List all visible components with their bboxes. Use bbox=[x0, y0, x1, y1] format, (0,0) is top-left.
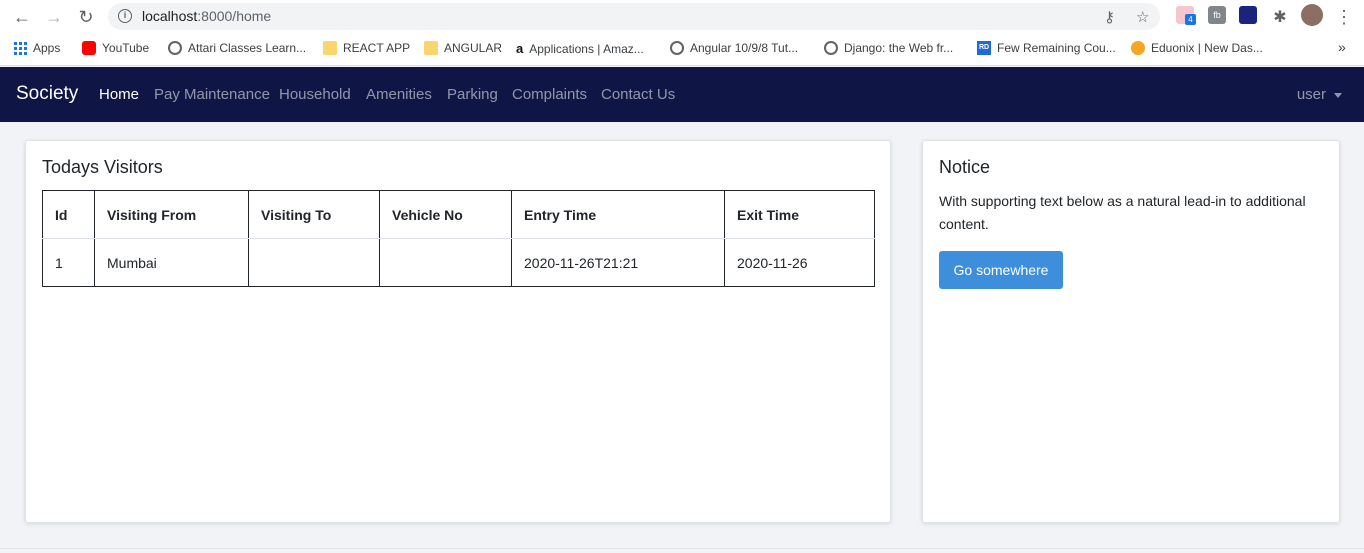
bookmark-label: REACT APP bbox=[343, 41, 411, 55]
bookmark-few-remaining[interactable]: RD Few Remaining Cou... bbox=[977, 41, 1116, 55]
nav-household[interactable]: Household bbox=[279, 86, 351, 103]
nav-home[interactable]: Home bbox=[99, 86, 139, 103]
menu-kebab-icon[interactable]: ⋮ bbox=[1332, 5, 1356, 29]
table-cell bbox=[379, 238, 512, 287]
bookmark-label: Few Remaining Cou... bbox=[997, 41, 1116, 55]
table-cell: 2020-11-26 bbox=[724, 238, 875, 287]
table-cell: 2020-11-26T21:21 bbox=[511, 238, 725, 287]
extension-icon[interactable]: 4 bbox=[1176, 6, 1196, 25]
amazon-icon: a bbox=[516, 41, 524, 56]
visitors-title: Todays Visitors bbox=[42, 157, 163, 177]
bookmark-label: Angular 10/9/8 Tut... bbox=[690, 41, 799, 55]
app-navbar: Society Home Pay Maintenance Household A… bbox=[0, 67, 1364, 122]
bookmark-label: Django: the Web fr... bbox=[844, 41, 954, 55]
user-label: user bbox=[1296, 86, 1326, 103]
notice-title: Notice bbox=[939, 157, 991, 177]
nav-parking[interactable]: Parking bbox=[447, 86, 498, 103]
rd-icon: RD bbox=[977, 41, 991, 55]
bookmark-youtube[interactable]: YouTube bbox=[82, 41, 149, 55]
screen-extension-icon[interactable] bbox=[1239, 6, 1257, 24]
bookmark-label: Apps bbox=[33, 41, 61, 55]
bookmark-django[interactable]: Django: the Web fr... bbox=[824, 41, 953, 55]
key-icon[interactable]: ⚷ bbox=[1104, 8, 1115, 26]
puzzle-extensions-icon[interactable]: ✱ bbox=[1268, 5, 1292, 29]
column-header: Entry Time bbox=[511, 190, 725, 239]
nav-contact-us[interactable]: Contact Us bbox=[601, 86, 675, 103]
apps-grid-icon bbox=[14, 41, 27, 55]
forward-arrow-icon[interactable]: → bbox=[42, 5, 66, 29]
bookmark-apps[interactable]: Apps bbox=[14, 41, 60, 55]
address-bar[interactable]: i localhost:8000/home ⚷ ☆ bbox=[108, 3, 1160, 30]
address-url[interactable]: localhost:8000/home bbox=[142, 8, 271, 24]
column-header: Vehicle No bbox=[379, 190, 512, 239]
brand-logo[interactable]: Society bbox=[16, 83, 78, 105]
folder-icon bbox=[323, 41, 337, 55]
notice-card: Notice With supporting text below as a n… bbox=[922, 140, 1340, 523]
nav-pay-maintenance[interactable]: Pay Maintenance bbox=[154, 86, 270, 103]
bookmark-attari[interactable]: Attari Classes Learn... bbox=[168, 41, 306, 55]
star-icon[interactable]: ☆ bbox=[1136, 8, 1149, 26]
table-row: 1 Mumbai 2020-11-26T21:21 2020-11-26 bbox=[42, 238, 875, 287]
bookmark-angular-tutorial[interactable]: Angular 10/9/8 Tut... bbox=[670, 41, 798, 55]
visitors-table: Id Visiting From Visiting To Vehicle No … bbox=[42, 190, 875, 287]
caret-down-icon bbox=[1334, 92, 1342, 98]
bookmark-label: Eduonix | New Das... bbox=[1151, 41, 1263, 55]
bookmark-label: ANGULAR bbox=[444, 41, 503, 55]
more-bookmarks-chevron-icon[interactable]: » bbox=[1338, 39, 1346, 55]
column-header: Visiting From bbox=[94, 190, 249, 239]
bookmark-amazon[interactable]: a Applications | Amaz... bbox=[516, 41, 644, 56]
bookmark-react-app[interactable]: REACT APP bbox=[323, 41, 410, 55]
table-cell: 1 bbox=[42, 238, 95, 287]
extension-badge: 4 bbox=[1185, 14, 1196, 25]
back-arrow-icon[interactable]: ← bbox=[10, 5, 34, 29]
column-header: Id bbox=[42, 190, 95, 239]
reload-icon[interactable]: ↻ bbox=[74, 5, 98, 29]
nav-complaints[interactable]: Complaints bbox=[512, 86, 587, 103]
fb-extension-icon[interactable]: fb bbox=[1208, 6, 1226, 24]
nav-amenities[interactable]: Amenities bbox=[366, 86, 432, 103]
user-dropdown[interactable]: user bbox=[1297, 86, 1342, 103]
bookmark-label: Applications | Amaz... bbox=[529, 41, 644, 56]
globe-icon bbox=[824, 41, 838, 55]
globe-icon bbox=[168, 41, 182, 55]
bookmark-label: YouTube bbox=[102, 41, 150, 55]
table-header-row: Id Visiting From Visiting To Vehicle No … bbox=[42, 190, 875, 239]
visitors-card: Todays Visitors Id Visiting From Visitin… bbox=[25, 140, 891, 523]
folder-icon bbox=[424, 41, 438, 55]
bookmark-eduonix[interactable]: Eduonix | New Das... bbox=[1131, 41, 1263, 55]
bookmarks-bar: Apps YouTube Attari Classes Learn... REA… bbox=[0, 33, 1364, 66]
eduonix-icon bbox=[1131, 41, 1145, 55]
column-header: Visiting To bbox=[248, 190, 380, 239]
bookmark-angular[interactable]: ANGULAR bbox=[424, 41, 502, 55]
footer-divider bbox=[0, 548, 1364, 549]
column-header: Exit Time bbox=[724, 190, 875, 239]
site-info-icon[interactable]: i bbox=[118, 9, 132, 23]
profile-avatar[interactable] bbox=[1301, 4, 1323, 26]
table-cell: Mumbai bbox=[94, 238, 249, 287]
table-cell bbox=[248, 238, 380, 287]
youtube-icon bbox=[82, 41, 96, 55]
notice-text: With supporting text below as a natural … bbox=[939, 193, 1306, 232]
globe-icon bbox=[670, 41, 684, 55]
bookmark-label: Attari Classes Learn... bbox=[188, 41, 307, 55]
browser-toolbar: ← → ↻ i localhost:8000/home ⚷ ☆ 4 fb ✱ ⋮ bbox=[0, 0, 1364, 33]
go-somewhere-button[interactable]: Go somewhere bbox=[939, 251, 1063, 289]
